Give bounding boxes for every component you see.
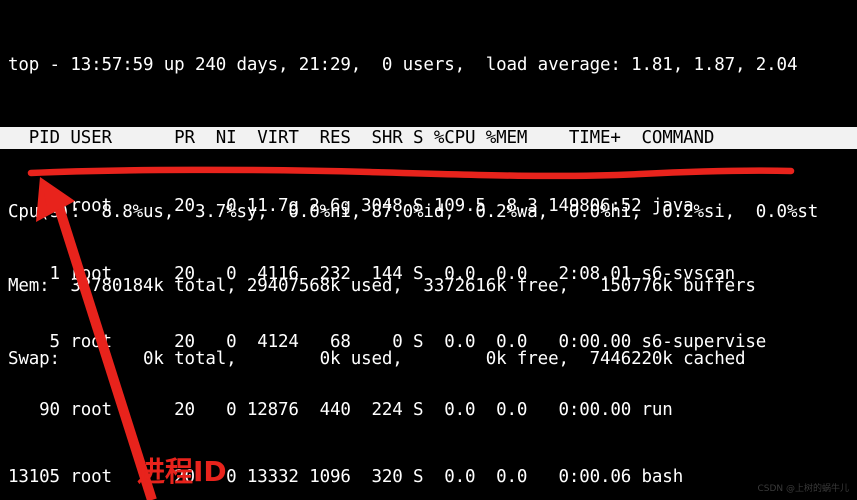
watermark-text: CSDN @上树的蜗牛儿 (757, 484, 849, 494)
terminal-window: top - 13:57:59 up 240 days, 21:29, 0 use… (0, 0, 857, 500)
summary-line-uptime: top - 13:57:59 up 240 days, 21:29, 0 use… (8, 55, 798, 75)
process-table-header: PID USER PR NI VIRT RES SHR S %CPU %MEM … (0, 127, 857, 149)
process-table-body: 24 root 20 0 11.7g 2.6g 3048 S 109.5 8.3… (8, 150, 766, 500)
annotation-label-process-id: 进程ID (137, 455, 227, 488)
table-row: 90 root 20 0 12876 440 224 S 0.0 0.0 0:0… (8, 399, 673, 420)
table-row: 24 root 20 0 11.7g 2.6g 3048 S 109.5 8.3… (8, 196, 694, 217)
table-row: 1 root 20 0 4116 232 144 S 0.0 0.0 2:08.… (8, 263, 736, 284)
table-row: 13105 root 20 0 13332 1096 320 S 0.0 0.0… (8, 467, 684, 488)
table-row: 5 root 20 0 4124 68 0 S 0.0 0.0 0:00.00 … (8, 331, 767, 352)
